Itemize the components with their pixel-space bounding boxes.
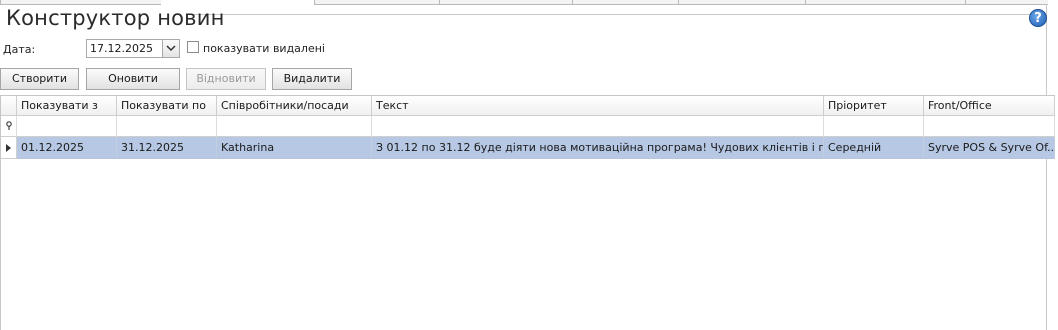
current-row-arrow-icon xyxy=(6,144,11,152)
table-cell[interactable]: З 01.12 по 31.12 буде діяти нова мотивац… xyxy=(372,137,824,159)
column-header[interactable]: Front/Office xyxy=(924,96,1055,116)
tab[interactable] xyxy=(314,0,440,5)
table-cell[interactable]: Katharina xyxy=(217,137,372,159)
filter-cell[interactable] xyxy=(924,116,1055,137)
filter-cell[interactable] xyxy=(217,116,372,137)
chevron-down-icon xyxy=(166,45,176,52)
table-cell[interactable]: 01.12.2025 xyxy=(17,137,117,159)
tab[interactable] xyxy=(572,0,679,5)
show-deleted-label[interactable]: показувати видалені xyxy=(203,42,325,55)
filter-cell[interactable] xyxy=(824,116,924,137)
row-indicator[interactable] xyxy=(1,137,17,159)
delete-button[interactable]: Видалити xyxy=(272,68,352,90)
refresh-button[interactable]: Оновити xyxy=(86,68,180,90)
help-icon[interactable]: ? xyxy=(1029,9,1047,27)
date-picker[interactable]: 17.12.2025 xyxy=(86,39,180,58)
tab[interactable] xyxy=(0,0,161,5)
date-value[interactable]: 17.12.2025 xyxy=(90,42,153,55)
tab[interactable] xyxy=(805,0,966,5)
tab[interactable] xyxy=(439,0,573,5)
table-cell[interactable]: Середній xyxy=(824,137,924,159)
filter-cell[interactable] xyxy=(372,116,824,137)
column-header[interactable]: Показувати по xyxy=(117,96,217,116)
date-label: Дата: xyxy=(3,43,36,56)
column-header[interactable]: Пріоритет xyxy=(824,96,924,116)
tab[interactable] xyxy=(678,0,806,5)
column-header[interactable]: Текст xyxy=(372,96,824,116)
filter-pin-icon xyxy=(6,121,12,130)
table-cell[interactable]: Syrve POS & Syrve Of... xyxy=(924,137,1055,159)
column-header[interactable]: Співробітники/посади xyxy=(217,96,372,116)
page-title: Конструктор новин xyxy=(6,6,225,30)
filter-row-indicator xyxy=(1,116,17,137)
restore-button[interactable]: Відновити xyxy=(186,68,266,90)
filter-cell[interactable] xyxy=(17,116,117,137)
date-dropdown-button[interactable] xyxy=(162,40,179,57)
row-header-corner xyxy=(1,96,17,116)
filter-cell[interactable] xyxy=(117,116,217,137)
tab[interactable] xyxy=(965,0,1048,5)
tab-strip xyxy=(0,0,1058,5)
title-divider xyxy=(190,14,1046,15)
table-cell[interactable]: 31.12.2025 xyxy=(117,137,217,159)
create-button[interactable]: Створити xyxy=(0,68,79,90)
show-deleted-checkbox[interactable] xyxy=(187,41,199,53)
column-header[interactable]: Показувати з xyxy=(17,96,117,116)
news-table: Показувати з Показувати по Співробітники… xyxy=(0,95,1055,330)
